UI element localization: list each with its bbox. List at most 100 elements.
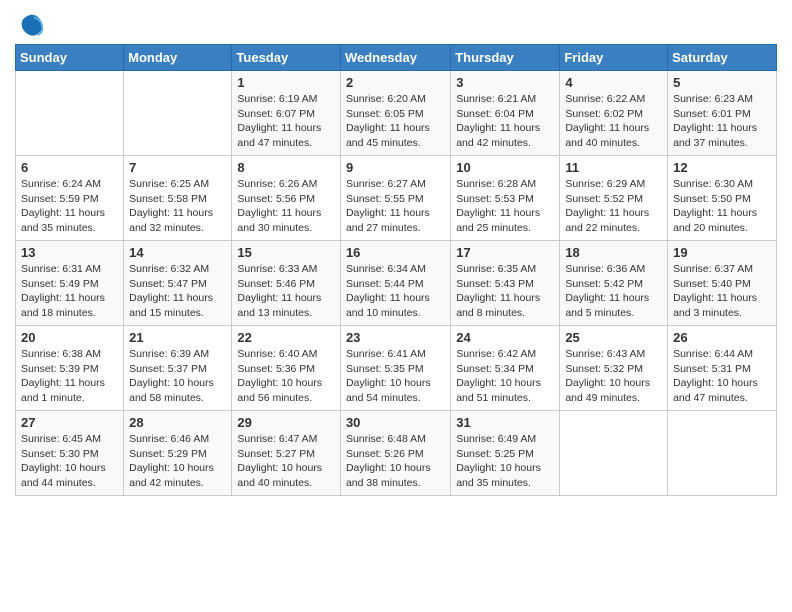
table-row: 5 Sunrise: 6:23 AM Sunset: 6:01 PM Daylig…	[668, 71, 777, 156]
table-row: 25 Sunrise: 6:43 AM Sunset: 5:32 PM Dayli…	[560, 326, 668, 411]
day-info: Sunrise: 6:46 AM Sunset: 5:29 PM Dayligh…	[129, 432, 226, 491]
table-row: 18 Sunrise: 6:36 AM Sunset: 5:42 PM Dayli…	[560, 241, 668, 326]
table-row: 6Sunrise: 6:24 AM Sunset: 5:59 PM Daylig…	[16, 156, 124, 241]
day-info: Sunrise: 6:19 AM Sunset: 6:07 PM Dayligh…	[237, 92, 335, 151]
day-number: 27	[21, 415, 118, 430]
day-number: 24	[456, 330, 554, 345]
day-number: 26	[673, 330, 771, 345]
table-row: 12 Sunrise: 6:30 AM Sunset: 5:50 PM Dayli…	[668, 156, 777, 241]
table-row: 30 Sunrise: 6:48 AM Sunset: 5:26 PM Dayli…	[340, 411, 450, 496]
day-info: Sunrise: 6:26 AM Sunset: 5:56 PM Dayligh…	[237, 177, 335, 236]
day-number: 18	[565, 245, 662, 260]
day-number: 9	[346, 160, 445, 175]
day-info: Sunrise: 6:39 AM Sunset: 5:37 PM Dayligh…	[129, 347, 226, 406]
day-number: 13	[21, 245, 118, 260]
header	[15, 10, 777, 38]
col-sunday: Sunday	[16, 45, 124, 71]
calendar-header-row: Sunday Monday Tuesday Wednesday Thursday…	[16, 45, 777, 71]
day-number: 22	[237, 330, 335, 345]
col-wednesday: Wednesday	[340, 45, 450, 71]
table-row	[16, 71, 124, 156]
table-row: 11 Sunrise: 6:29 AM Sunset: 5:52 PM Dayli…	[560, 156, 668, 241]
day-number: 23	[346, 330, 445, 345]
day-info: Sunrise: 6:47 AM Sunset: 5:27 PM Dayligh…	[237, 432, 335, 491]
table-row	[668, 411, 777, 496]
day-number: 8	[237, 160, 335, 175]
day-info: Sunrise: 6:49 AM Sunset: 5:25 PM Dayligh…	[456, 432, 554, 491]
day-info: Sunrise: 6:44 AM Sunset: 5:31 PM Dayligh…	[673, 347, 771, 406]
table-row: 16 Sunrise: 6:34 AM Sunset: 5:44 PM Dayli…	[340, 241, 450, 326]
day-number: 19	[673, 245, 771, 260]
day-number: 12	[673, 160, 771, 175]
day-info: Sunrise: 6:24 AM Sunset: 5:59 PM Dayligh…	[21, 177, 118, 236]
table-row: 14Sunrise: 6:32 AM Sunset: 5:47 PM Dayli…	[124, 241, 232, 326]
day-number: 15	[237, 245, 335, 260]
day-info: Sunrise: 6:36 AM Sunset: 5:42 PM Dayligh…	[565, 262, 662, 321]
table-row	[124, 71, 232, 156]
day-info: Sunrise: 6:45 AM Sunset: 5:30 PM Dayligh…	[21, 432, 118, 491]
table-row: 28Sunrise: 6:46 AM Sunset: 5:29 PM Dayli…	[124, 411, 232, 496]
day-info: Sunrise: 6:27 AM Sunset: 5:55 PM Dayligh…	[346, 177, 445, 236]
table-row: 15 Sunrise: 6:33 AM Sunset: 5:46 PM Dayli…	[232, 241, 341, 326]
table-row: 31 Sunrise: 6:49 AM Sunset: 5:25 PM Dayli…	[451, 411, 560, 496]
day-info: Sunrise: 6:29 AM Sunset: 5:52 PM Dayligh…	[565, 177, 662, 236]
day-info: Sunrise: 6:20 AM Sunset: 6:05 PM Dayligh…	[346, 92, 445, 151]
calendar-week-row: 1 Sunrise: 6:19 AM Sunset: 6:07 PM Daylig…	[16, 71, 777, 156]
table-row: 21 Sunrise: 6:39 AM Sunset: 5:37 PM Dayli…	[124, 326, 232, 411]
day-number: 5	[673, 75, 771, 90]
calendar-week-row: 6Sunrise: 6:24 AM Sunset: 5:59 PM Daylig…	[16, 156, 777, 241]
day-info: Sunrise: 6:28 AM Sunset: 5:53 PM Dayligh…	[456, 177, 554, 236]
table-row: 1 Sunrise: 6:19 AM Sunset: 6:07 PM Daylig…	[232, 71, 341, 156]
day-info: Sunrise: 6:41 AM Sunset: 5:35 PM Dayligh…	[346, 347, 445, 406]
day-number: 1	[237, 75, 335, 90]
day-info: Sunrise: 6:30 AM Sunset: 5:50 PM Dayligh…	[673, 177, 771, 236]
day-number: 3	[456, 75, 554, 90]
day-number: 17	[456, 245, 554, 260]
calendar-week-row: 20Sunrise: 6:38 AM Sunset: 5:39 PM Dayli…	[16, 326, 777, 411]
calendar-week-row: 27 Sunrise: 6:45 AM Sunset: 5:30 PM Dayli…	[16, 411, 777, 496]
day-info: Sunrise: 6:37 AM Sunset: 5:40 PM Dayligh…	[673, 262, 771, 321]
day-info: Sunrise: 6:33 AM Sunset: 5:46 PM Dayligh…	[237, 262, 335, 321]
col-saturday: Saturday	[668, 45, 777, 71]
logo-icon	[17, 10, 45, 38]
day-info: Sunrise: 6:48 AM Sunset: 5:26 PM Dayligh…	[346, 432, 445, 491]
day-number: 16	[346, 245, 445, 260]
table-row: 4Sunrise: 6:22 AM Sunset: 6:02 PM Daylig…	[560, 71, 668, 156]
calendar-week-row: 13 Sunrise: 6:31 AM Sunset: 5:49 PM Dayli…	[16, 241, 777, 326]
table-row: 2 Sunrise: 6:20 AM Sunset: 6:05 PM Daylig…	[340, 71, 450, 156]
day-info: Sunrise: 6:43 AM Sunset: 5:32 PM Dayligh…	[565, 347, 662, 406]
day-number: 10	[456, 160, 554, 175]
day-info: Sunrise: 6:40 AM Sunset: 5:36 PM Dayligh…	[237, 347, 335, 406]
table-row: 27 Sunrise: 6:45 AM Sunset: 5:30 PM Dayli…	[16, 411, 124, 496]
day-number: 20	[21, 330, 118, 345]
day-number: 11	[565, 160, 662, 175]
day-number: 25	[565, 330, 662, 345]
day-number: 21	[129, 330, 226, 345]
table-row: 24 Sunrise: 6:42 AM Sunset: 5:34 PM Dayli…	[451, 326, 560, 411]
day-number: 4	[565, 75, 662, 90]
table-row: 22 Sunrise: 6:40 AM Sunset: 5:36 PM Dayli…	[232, 326, 341, 411]
table-row: 8 Sunrise: 6:26 AM Sunset: 5:56 PM Daylig…	[232, 156, 341, 241]
day-info: Sunrise: 6:35 AM Sunset: 5:43 PM Dayligh…	[456, 262, 554, 321]
day-info: Sunrise: 6:31 AM Sunset: 5:49 PM Dayligh…	[21, 262, 118, 321]
table-row: 26 Sunrise: 6:44 AM Sunset: 5:31 PM Dayli…	[668, 326, 777, 411]
col-friday: Friday	[560, 45, 668, 71]
day-info: Sunrise: 6:25 AM Sunset: 5:58 PM Dayligh…	[129, 177, 226, 236]
table-row: 13 Sunrise: 6:31 AM Sunset: 5:49 PM Dayli…	[16, 241, 124, 326]
day-info: Sunrise: 6:21 AM Sunset: 6:04 PM Dayligh…	[456, 92, 554, 151]
table-row: 19 Sunrise: 6:37 AM Sunset: 5:40 PM Dayli…	[668, 241, 777, 326]
day-number: 2	[346, 75, 445, 90]
table-row: 10 Sunrise: 6:28 AM Sunset: 5:53 PM Dayli…	[451, 156, 560, 241]
table-row: 17 Sunrise: 6:35 AM Sunset: 5:43 PM Dayli…	[451, 241, 560, 326]
table-row: 7Sunrise: 6:25 AM Sunset: 5:58 PM Daylig…	[124, 156, 232, 241]
day-number: 14	[129, 245, 226, 260]
day-info: Sunrise: 6:42 AM Sunset: 5:34 PM Dayligh…	[456, 347, 554, 406]
col-tuesday: Tuesday	[232, 45, 341, 71]
table-row: 23 Sunrise: 6:41 AM Sunset: 5:35 PM Dayli…	[340, 326, 450, 411]
day-number: 30	[346, 415, 445, 430]
day-info: Sunrise: 6:34 AM Sunset: 5:44 PM Dayligh…	[346, 262, 445, 321]
page: Sunday Monday Tuesday Wednesday Thursday…	[0, 0, 792, 506]
day-number: 31	[456, 415, 554, 430]
col-thursday: Thursday	[451, 45, 560, 71]
day-info: Sunrise: 6:23 AM Sunset: 6:01 PM Dayligh…	[673, 92, 771, 151]
